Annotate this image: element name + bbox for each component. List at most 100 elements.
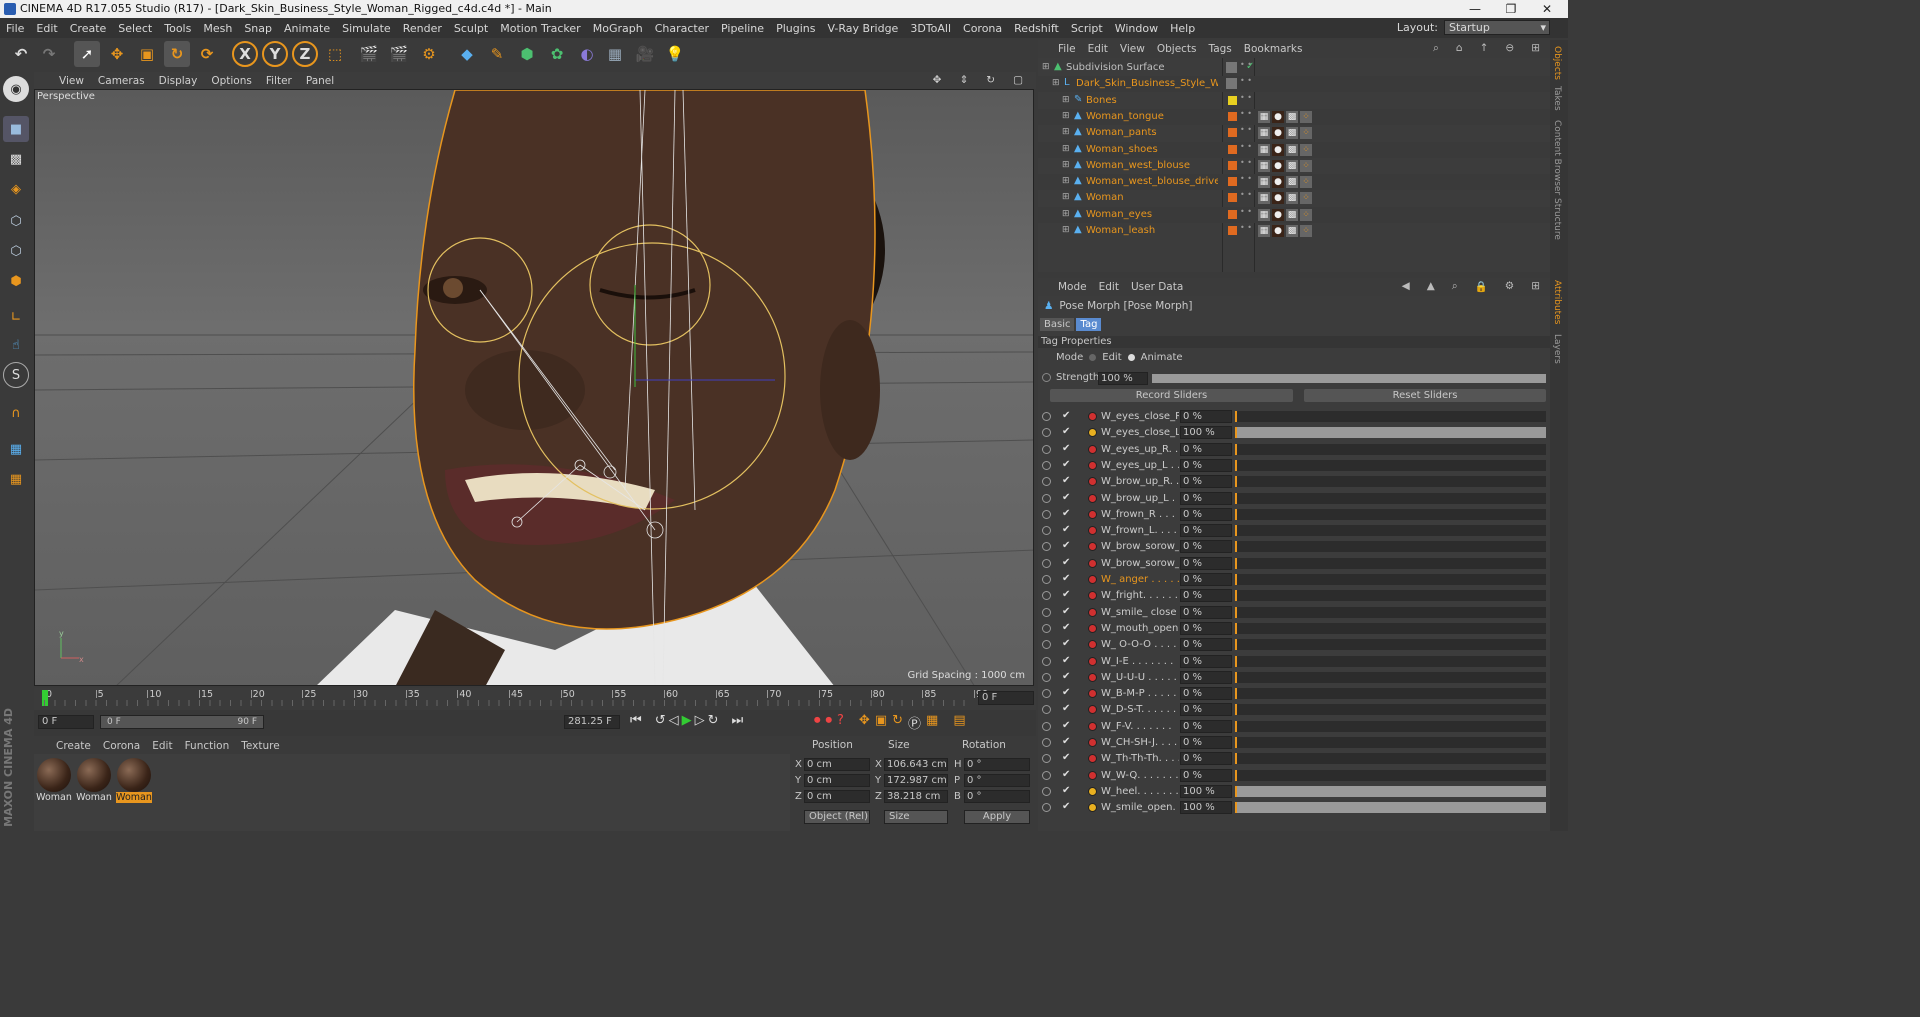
side-tab-structure[interactable]: Structure <box>1552 198 1562 240</box>
morph-slider-track[interactable] <box>1235 508 1546 520</box>
morph-value-field[interactable]: 0 % <box>1180 638 1232 652</box>
animate-toggle-icon[interactable] <box>1042 754 1051 764</box>
object-row[interactable]: ⊞ ▲ Woman_pants • • ▦ ● ▩ ⁘ <box>1038 125 1550 141</box>
minimize-button[interactable]: — <box>1458 0 1492 18</box>
menu-render[interactable]: Render <box>397 22 448 35</box>
keyframe-dot-icon[interactable] <box>1088 412 1097 421</box>
rotation-field[interactable]: 0 ° <box>964 758 1030 771</box>
morph-slider-track[interactable] <box>1235 737 1546 748</box>
visibility-dots-icon[interactable]: • • <box>1240 126 1252 134</box>
object-name[interactable]: Bones <box>1086 95 1117 106</box>
search-icon[interactable]: ⌕ <box>1446 280 1464 293</box>
animate-toggle-icon[interactable] <box>1042 428 1051 438</box>
animate-toggle-icon[interactable] <box>1042 412 1051 421</box>
tag-icon[interactable]: ▦ <box>1258 110 1270 123</box>
tag-icon[interactable]: ⁘ <box>1300 110 1312 123</box>
apply-button[interactable]: Apply <box>964 810 1030 824</box>
tag-icon[interactable]: ▩ <box>1286 208 1298 221</box>
tag-icon[interactable]: ● <box>1272 176 1284 189</box>
tag-icon[interactable]: ⁘ <box>1300 127 1312 140</box>
morph-value-field[interactable]: 0 % <box>1180 768 1232 782</box>
menu-snap[interactable]: Snap <box>238 22 278 35</box>
enable-checkbox[interactable]: ✔ <box>1062 606 1070 617</box>
make-editable-icon[interactable]: ◉ <box>3 76 29 102</box>
object-name[interactable]: Woman_eyes <box>1086 209 1152 220</box>
maximize-view-icon[interactable]: ▢ <box>1006 74 1030 86</box>
magnet-icon[interactable]: ∩ <box>3 400 29 426</box>
enable-checkbox[interactable]: ✔ <box>1062 801 1070 812</box>
morph-slider-track[interactable] <box>1235 525 1546 537</box>
attribute-menu-edit[interactable]: Edit <box>1093 281 1125 293</box>
scale-tool-icon[interactable]: ▣ <box>134 41 160 67</box>
auto-key-icon[interactable]: ⏺ <box>826 713 833 732</box>
strength-field[interactable]: 100 % <box>1098 372 1148 385</box>
morph-slider-track[interactable] <box>1235 427 1546 439</box>
key-pla-icon[interactable]: ▦ <box>926 713 938 732</box>
home-icon[interactable]: ⌂ <box>1450 42 1469 55</box>
record-sliders-button[interactable]: Record Sliders <box>1050 389 1293 402</box>
morph-slider-track[interactable] <box>1235 639 1546 651</box>
menu-tools[interactable]: Tools <box>158 22 197 35</box>
object-name[interactable]: Dark_Skin_Business_Style_Woman <box>1076 78 1218 89</box>
keyframe-dot-icon[interactable] <box>1088 542 1097 552</box>
menu-edit[interactable]: Edit <box>30 22 63 35</box>
keyframe-selection-icon[interactable]: ? <box>837 713 844 732</box>
enable-checkbox[interactable]: ✔ <box>1062 769 1070 780</box>
animate-toggle-icon[interactable] <box>1042 770 1051 780</box>
layer-color-swatch[interactable] <box>1228 111 1237 121</box>
animate-toggle-icon[interactable] <box>1042 526 1051 536</box>
side-tab-attributes[interactable]: Attributes <box>1552 280 1562 324</box>
deformer-icon[interactable]: ◐ <box>574 41 600 67</box>
tweak-mode-icon[interactable]: ☝ <box>3 332 29 358</box>
keyframe-dot-icon[interactable] <box>1088 786 1097 796</box>
position-field[interactable]: 0 cm <box>804 774 870 787</box>
morph-slider-track[interactable] <box>1235 802 1546 814</box>
tag-icon[interactable]: ● <box>1272 143 1284 156</box>
tag-icon[interactable]: ▦ <box>1258 176 1270 189</box>
key-position-icon[interactable]: ✥ <box>859 713 870 732</box>
axis-mode-icon[interactable]: ∟ <box>3 304 29 330</box>
morph-slider-track[interactable] <box>1235 411 1546 422</box>
tag-icon[interactable]: ● <box>1272 110 1284 123</box>
material-swatch[interactable]: Woman <box>76 758 112 806</box>
enable-checkbox[interactable]: ✔ <box>1062 622 1070 633</box>
morph-value-field[interactable]: 0 % <box>1180 442 1232 456</box>
workplane-icon[interactable]: ◈ <box>3 176 29 202</box>
keyframe-dot-icon[interactable] <box>1088 607 1097 617</box>
expand-icon[interactable]: ⊞ <box>1062 209 1070 219</box>
enable-checkbox[interactable]: ✔ <box>1062 492 1070 503</box>
mode-animate-radio[interactable] <box>1127 354 1135 361</box>
layer-color-swatch[interactable] <box>1228 177 1237 187</box>
previous-key-icon[interactable]: ↺ <box>655 713 666 728</box>
keyframe-dot-icon[interactable] <box>1088 477 1097 487</box>
object-name[interactable]: Woman_pants <box>1086 127 1157 138</box>
morph-value-field[interactable]: 100 % <box>1180 801 1232 815</box>
tag-icon[interactable]: ⁘ <box>1300 225 1312 237</box>
animate-toggle-icon[interactable] <box>1042 623 1051 633</box>
object-menu-tags[interactable]: Tags <box>1203 43 1238 55</box>
keyframe-dot-icon[interactable] <box>1088 754 1097 764</box>
y-axis-icon[interactable]: Y <box>262 41 288 67</box>
keyframe-dot-icon[interactable] <box>1088 623 1097 633</box>
rotation-field[interactable]: 0 ° <box>964 774 1030 787</box>
morph-slider-track[interactable] <box>1235 785 1546 797</box>
tag-icon[interactable]: ⁘ <box>1300 208 1312 221</box>
tag-icon[interactable]: ▩ <box>1286 110 1298 123</box>
z-axis-icon[interactable]: Z <box>292 41 318 67</box>
tag-icon[interactable]: ● <box>1272 208 1284 221</box>
layer-color-swatch[interactable] <box>1228 160 1237 170</box>
enable-checkbox[interactable]: ✔ <box>1062 687 1070 698</box>
morph-slider-track[interactable] <box>1235 541 1546 553</box>
tag-icon[interactable]: ● <box>1272 159 1284 172</box>
pan-icon[interactable]: ✥ <box>926 74 949 86</box>
enable-checkbox[interactable]: ✔ <box>1062 671 1070 682</box>
enable-checkbox[interactable]: ✔ <box>1062 589 1070 600</box>
up-arrow-icon[interactable]: ▲ <box>1421 280 1441 293</box>
tab-basic[interactable]: Basic <box>1040 318 1075 331</box>
animate-toggle-icon[interactable] <box>1042 640 1051 650</box>
subdivision-icon[interactable]: ⬢ <box>514 41 540 67</box>
visibility-dots-icon[interactable]: • • <box>1240 207 1252 215</box>
3d-viewport[interactable]: y x Perspective Grid Spacing : 1000 cm <box>34 89 1034 686</box>
animate-toggle-icon[interactable] <box>1042 477 1051 487</box>
edges-mode-icon[interactable]: ⬡ <box>3 238 29 264</box>
